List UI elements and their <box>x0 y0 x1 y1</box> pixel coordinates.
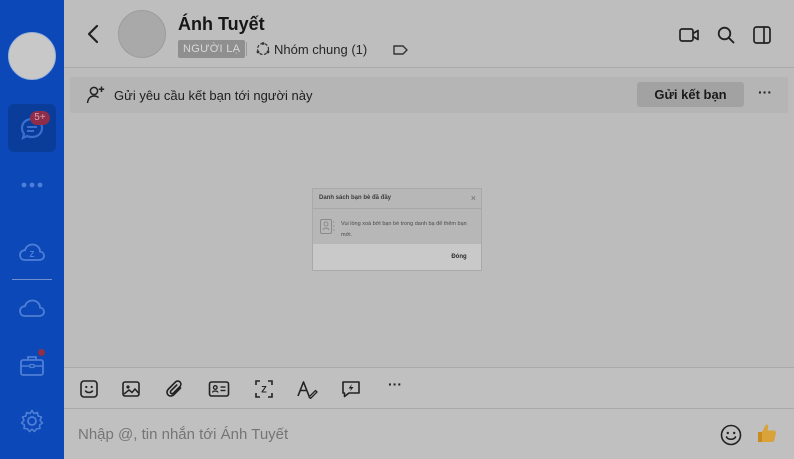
back-icon[interactable] <box>84 22 104 46</box>
tag-icon[interactable] <box>392 43 410 57</box>
stranger-tag: NGƯỜI LẠ <box>178 40 246 58</box>
avatar[interactable] <box>8 32 56 80</box>
friend-request-text: Gửi yêu cầu kết bạn tới người này <box>114 88 313 103</box>
send-friend-request-button[interactable]: Gửi kết bạn <box>637 82 744 107</box>
composer <box>64 409 794 459</box>
text-format-icon[interactable] <box>296 378 318 400</box>
contact-avatar[interactable] <box>118 10 166 58</box>
emoji-icon[interactable] <box>719 423 743 447</box>
header-divider <box>246 42 247 56</box>
sidebar-toggle-icon[interactable] <box>749 22 775 48</box>
more-icon[interactable]: ··· <box>384 377 406 400</box>
dialog-message: Vui lòng xoá bớt bạn bè trong danh bạ để… <box>341 221 467 238</box>
composer-toolbar: Z ··· <box>64 367 794 409</box>
dialog-footer: Đóng <box>313 244 481 270</box>
add-friend-icon <box>86 85 106 105</box>
notification-dot <box>38 349 45 356</box>
group-icon <box>255 41 271 57</box>
screenshot-icon[interactable]: Z <box>253 378 275 400</box>
unread-badge: 5+ <box>30 111 50 125</box>
friend-list-full-dialog: Danh sách bạn bè đã đầy × Vui lòng xoá b… <box>312 188 482 271</box>
contact-name[interactable]: Ánh Tuyết <box>178 14 265 35</box>
friend-request-bar: Gửi yêu cầu kết bạn tới người này Gửi kế… <box>70 77 788 113</box>
chat-header: Ánh Tuyết NGƯỜI LẠ Nhóm chung (1) <box>64 0 794 68</box>
image-icon[interactable] <box>120 378 142 400</box>
contact-card-icon[interactable] <box>208 378 230 400</box>
thumbs-up-icon[interactable] <box>755 421 779 445</box>
video-call-icon[interactable] <box>676 22 702 48</box>
message-input[interactable] <box>78 426 638 443</box>
search-icon[interactable] <box>713 22 739 48</box>
zcloud-icon[interactable]: Z <box>17 238 47 268</box>
attachment-icon[interactable] <box>164 378 186 400</box>
contact-list-icon <box>319 218 336 235</box>
svg-text:Z: Z <box>261 385 267 395</box>
quick-message-icon[interactable] <box>340 378 362 400</box>
sticker-icon[interactable] <box>78 378 100 400</box>
svg-text:Z: Z <box>30 250 35 259</box>
gear-icon[interactable] <box>17 406 47 436</box>
sidebar: 5+ Z <box>0 0 64 459</box>
dialog-header: Danh sách bạn bè đã đầy × <box>313 189 481 209</box>
dialog-close-icon[interactable]: × <box>471 193 476 203</box>
cloud-icon[interactable] <box>17 294 47 324</box>
friend-bar-more-button[interactable]: ··· <box>754 83 776 105</box>
dialog-close-button[interactable]: Đóng <box>446 251 472 263</box>
sidebar-divider <box>12 279 52 280</box>
common-groups-link[interactable]: Nhóm chung (1) <box>274 42 367 57</box>
dialog-title: Danh sách bạn bè đã đầy <box>319 195 392 201</box>
more-dots-icon[interactable] <box>17 170 47 200</box>
